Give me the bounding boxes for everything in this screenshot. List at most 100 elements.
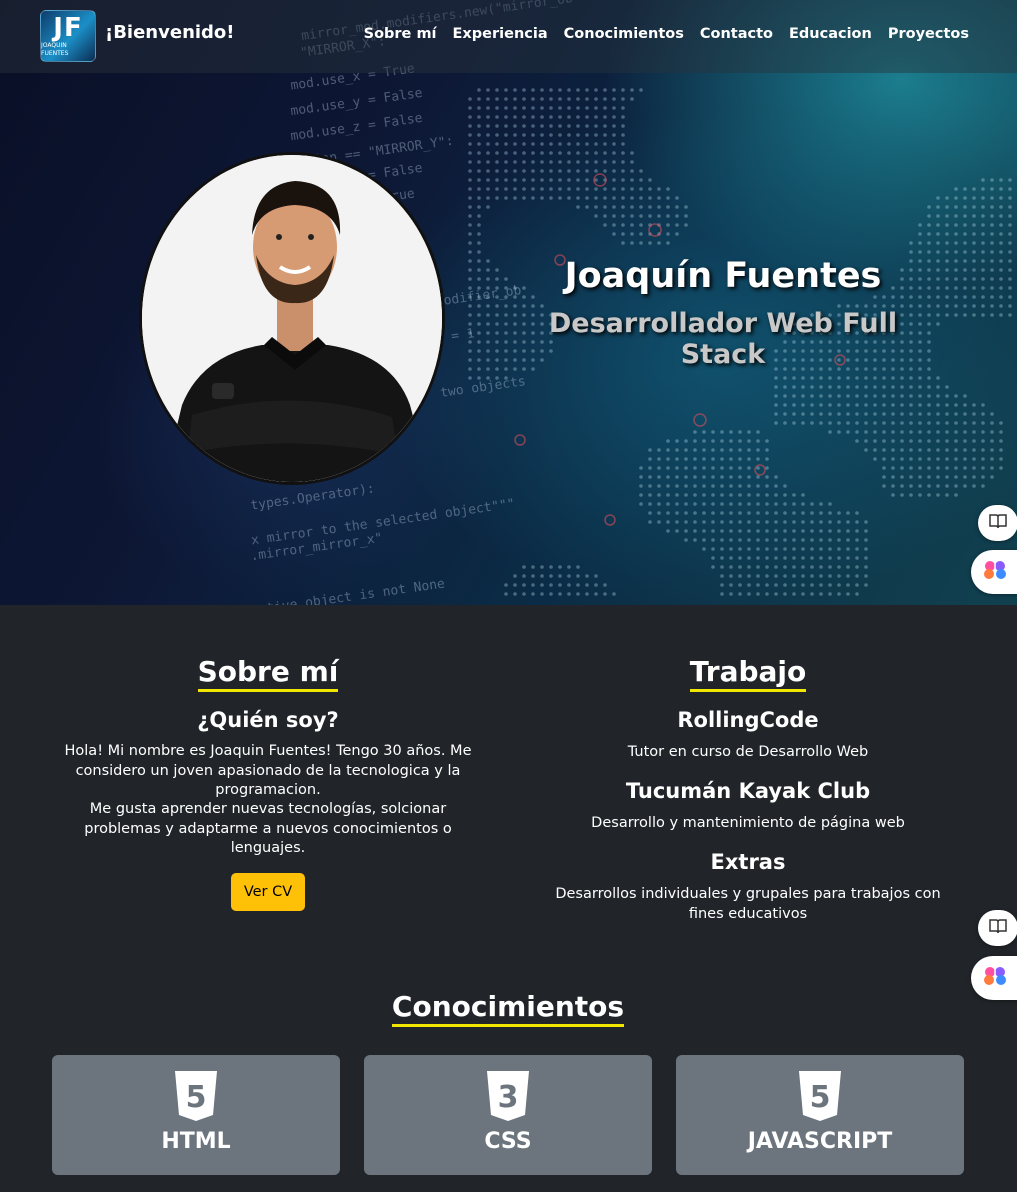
map-dot — [954, 214, 958, 218]
map-dot — [522, 592, 526, 596]
map-dot — [801, 583, 805, 587]
nav-link-sobre-mi[interactable]: Sobre mí — [364, 26, 437, 42]
map-dot — [972, 448, 976, 452]
map-dot — [837, 511, 841, 515]
reader-widget-button-2[interactable] — [978, 910, 1017, 946]
map-dot — [765, 574, 769, 578]
map-dot — [621, 124, 625, 128]
map-dot — [513, 178, 517, 182]
map-dot — [558, 169, 562, 173]
map-dot — [477, 358, 481, 362]
map-dot — [954, 286, 958, 290]
map-dot — [486, 196, 490, 200]
map-dot — [792, 520, 796, 524]
map-dot — [675, 448, 679, 452]
map-dot — [567, 97, 571, 101]
map-dot — [918, 484, 922, 488]
map-dot — [981, 484, 985, 488]
map-dot — [477, 313, 481, 317]
nav-link-educacion[interactable]: Educacion — [789, 26, 872, 42]
map-dot — [882, 457, 886, 461]
map-dot — [576, 169, 580, 173]
map-dot — [927, 421, 931, 425]
reader-widget-button[interactable] — [978, 505, 1017, 541]
map-dot — [666, 214, 670, 218]
map-dot — [720, 520, 724, 524]
map-dot — [765, 439, 769, 443]
map-dot — [855, 394, 859, 398]
map-dot — [963, 241, 967, 245]
nav-link-experiencia[interactable]: Experiencia — [453, 26, 548, 42]
map-dot — [1008, 277, 1012, 281]
map-dot — [576, 160, 580, 164]
map-dot — [981, 187, 985, 191]
map-dot — [846, 511, 850, 515]
map-dot — [882, 439, 886, 443]
map-dot — [972, 205, 976, 209]
map-dot — [891, 439, 895, 443]
nav-link-proyectos[interactable]: Proyectos — [888, 26, 969, 42]
map-dot — [567, 133, 571, 137]
map-dot — [819, 412, 823, 416]
ai-widget-button[interactable] — [971, 550, 1017, 594]
map-dot — [765, 529, 769, 533]
map-dot — [621, 97, 625, 101]
map-dot — [999, 304, 1003, 308]
ver-cv-button[interactable]: Ver CV — [231, 873, 305, 911]
map-dot — [648, 502, 652, 506]
nav-link-contacto[interactable]: Contacto — [700, 26, 773, 42]
map-dot — [648, 214, 652, 218]
map-dot — [846, 376, 850, 380]
map-dot — [684, 475, 688, 479]
map-dot — [927, 412, 931, 416]
map-dot — [513, 286, 517, 290]
map-dot — [468, 241, 472, 245]
map-dot — [846, 583, 850, 587]
map-dot — [954, 205, 958, 209]
map-dot — [756, 574, 760, 578]
map-dot — [792, 538, 796, 542]
map-dot — [702, 448, 706, 452]
map-dot — [504, 151, 508, 155]
logo[interactable]: JF JOAQUIN FUENTES — [40, 10, 96, 62]
nav-link-conocimientos[interactable]: Conocimientos — [564, 26, 684, 42]
map-dot — [486, 313, 490, 317]
map-dot — [963, 421, 967, 425]
map-dot — [990, 232, 994, 236]
map-dot — [891, 430, 895, 434]
map-dot — [468, 286, 472, 290]
skill-card-css[interactable]: 3 CSS — [364, 1055, 652, 1175]
skill-card-html[interactable]: 5 HTML — [52, 1055, 340, 1175]
map-dot — [522, 142, 526, 146]
map-dot — [882, 385, 886, 389]
map-dot — [477, 88, 481, 92]
map-dot — [855, 403, 859, 407]
map-dot — [927, 259, 931, 263]
brain-icon — [982, 559, 1008, 585]
map-dot — [477, 160, 481, 164]
map-dot — [837, 412, 841, 416]
map-dot — [855, 385, 859, 389]
map-dot — [981, 421, 985, 425]
map-dot — [846, 574, 850, 578]
map-dot — [540, 583, 544, 587]
ai-widget-button-2[interactable] — [971, 956, 1017, 1000]
map-dot — [711, 565, 715, 569]
work-item-text: Desarrollo y mantenimiento de página web — [591, 815, 905, 831]
map-dot — [972, 466, 976, 470]
map-dot — [855, 574, 859, 578]
map-dot — [864, 412, 868, 416]
map-dot — [909, 241, 913, 245]
map-dot — [513, 97, 517, 101]
map-dot — [639, 223, 643, 227]
brand-title[interactable]: ¡Bienvenido! — [105, 22, 235, 43]
map-dot — [900, 448, 904, 452]
map-dot — [963, 205, 967, 209]
map-dot — [711, 430, 715, 434]
map-dot — [891, 394, 895, 398]
map-dot — [675, 502, 679, 506]
skill-card-javascript[interactable]: 5 JAVASCRIPT — [676, 1055, 964, 1175]
map-dot — [513, 592, 517, 596]
map-dot — [828, 421, 832, 425]
map-dot — [900, 430, 904, 434]
